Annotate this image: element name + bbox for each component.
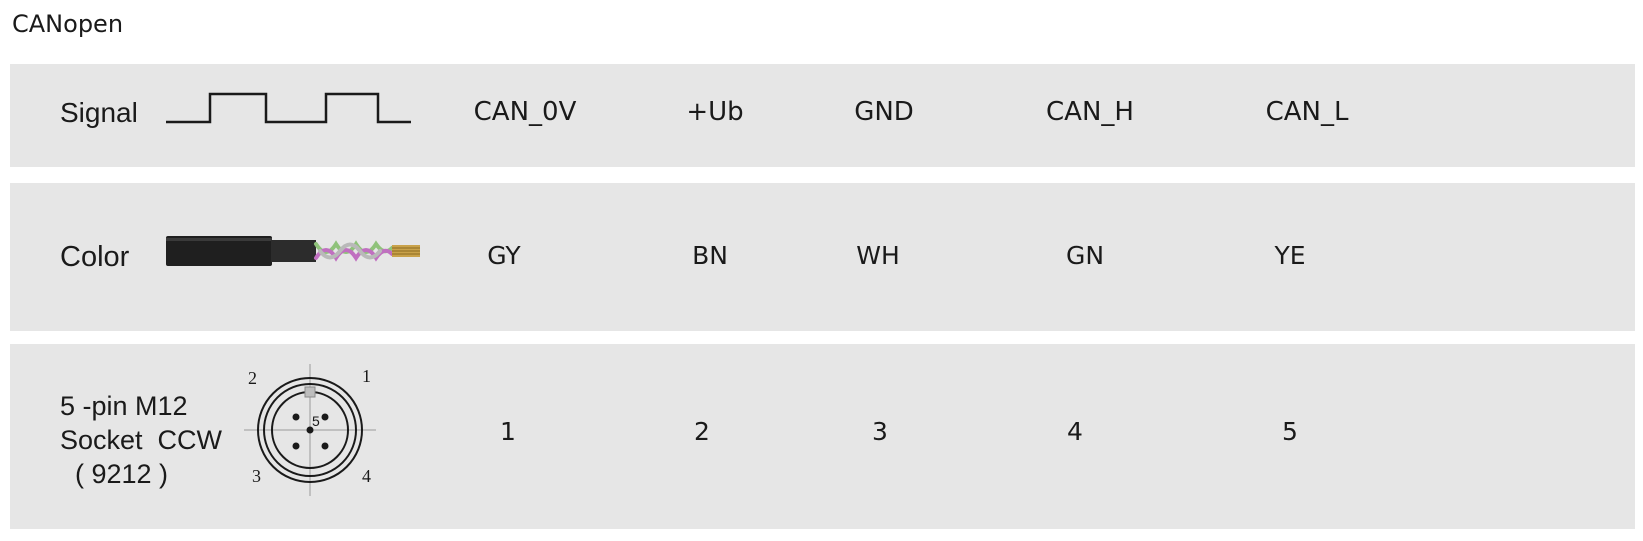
- signal-cell: CAN_0V: [473, 97, 577, 127]
- color-cell: YE: [1274, 241, 1306, 270]
- color-cell: WH: [856, 241, 900, 270]
- signal-cell: CAN_L: [1265, 97, 1349, 127]
- signal-row: Signal CAN_0V +Ub GND CAN_H CAN_L: [10, 64, 1635, 167]
- color-label: Color: [60, 241, 130, 273]
- square-wave-icon: [166, 92, 411, 124]
- pin-number-label: 1: [362, 366, 371, 386]
- color-cell: GY: [487, 241, 521, 270]
- signal-label: Signal: [60, 97, 138, 128]
- page-title: CANopen: [12, 10, 124, 38]
- cable-icon: [166, 236, 420, 266]
- pin-number-label: 2: [248, 368, 257, 388]
- pin-number-label: 5: [312, 413, 320, 429]
- pin-row: 5 -pin M12 Socket CCW ( 9212 ) 5 2 1 3 4…: [10, 344, 1635, 529]
- signal-cell: CAN_H: [1046, 97, 1134, 127]
- pin-cell: 2: [694, 417, 710, 446]
- pin-cell: 3: [872, 417, 888, 446]
- signal-cell: GND: [854, 97, 914, 127]
- m12-connector-icon: 5 2 1 3 4: [244, 364, 376, 496]
- pin-number-label: 3: [252, 466, 261, 486]
- pin-cell: 5: [1282, 417, 1298, 446]
- color-row: Color GY BN WH GN YE: [10, 183, 1635, 331]
- pin-cell: 4: [1067, 417, 1083, 446]
- connector-label: 5 -pin M12 Socket CCW ( 9212 ): [60, 391, 223, 489]
- pin-cell: 1: [500, 417, 516, 446]
- pin-number-label: 4: [362, 466, 371, 486]
- color-cell: GN: [1065, 241, 1105, 270]
